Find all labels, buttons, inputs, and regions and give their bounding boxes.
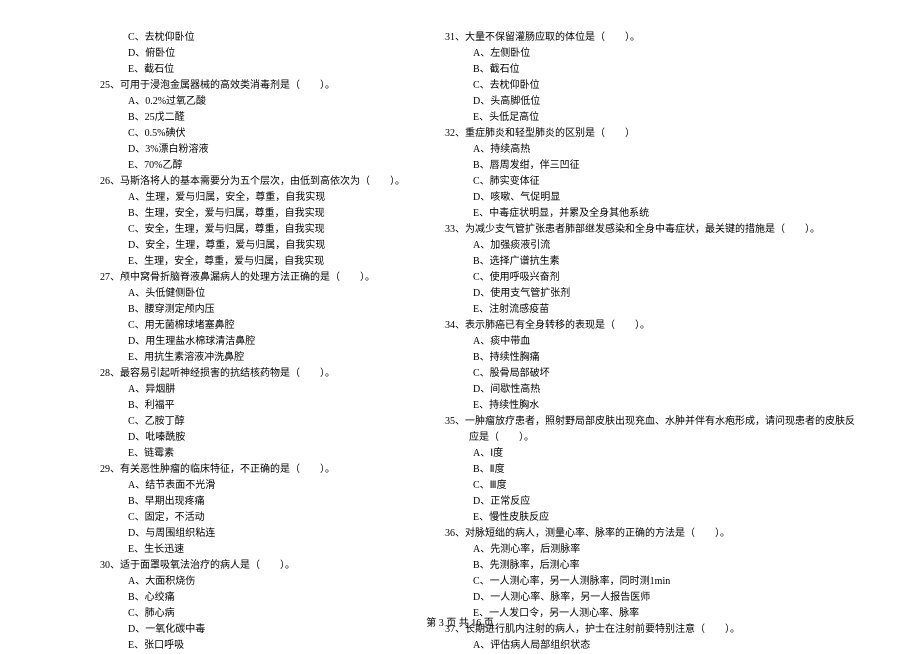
option-item: A、0.2%过氧乙酸: [100, 94, 405, 110]
option-item: D、安全，生理，尊重，爱与归属，自我实现: [100, 238, 405, 254]
option-item: D、一人测心率、脉率，另一人报告医师: [445, 590, 855, 606]
option-item: B、截石位: [445, 62, 855, 78]
option-item: E、头低足高位: [445, 110, 855, 126]
question-stem: 29、有关恶性肿瘤的临床特征，不正确的是（ ）。: [100, 462, 405, 478]
left-column: C、去枕仰卧位D、俯卧位E、截石位25、可用于浸泡金属器械的高效类消毒剂是（ ）…: [100, 30, 405, 654]
option-item: A、痰中带血: [445, 334, 855, 350]
question-stem: 33、为减少支气管扩张患者肺部继发感染和全身中毒症状，最关键的措施是（ ）。: [445, 222, 855, 238]
option-item: B、唇周发绀，伴三凹征: [445, 158, 855, 174]
option-item: E、生长迅速: [100, 542, 405, 558]
option-item: D、用生理盐水棉球清洁鼻腔: [100, 334, 405, 350]
option-item: E、持续性胸水: [445, 398, 855, 414]
option-item: E、张口呼吸: [100, 638, 405, 654]
option-item: A、大面积烧伤: [100, 574, 405, 590]
option-item: C、去枕仰卧位: [445, 78, 855, 94]
option-item: D、俯卧位: [100, 46, 405, 62]
question-stem: 36、对脉短绌的病人，测量心率、脉率的正确的方法是（ ）。: [445, 526, 855, 542]
option-item: B、先测脉率，后测心率: [445, 558, 855, 574]
option-item: E、慢性皮肤反应: [445, 510, 855, 526]
right-column: 31、大量不保留灌肠应取的体位是（ ）。A、左侧卧位B、截石位C、去枕仰卧位D、…: [445, 30, 855, 654]
option-item: C、使用呼吸兴奋剂: [445, 270, 855, 286]
option-item: C、一人测心率，另一人测脉率，同时测1min: [445, 574, 855, 590]
option-item: C、股骨局部破坏: [445, 366, 855, 382]
option-item: D、吡嗪酰胺: [100, 430, 405, 446]
option-item: E、生理，安全，尊重，爱与归属，自我实现: [100, 254, 405, 270]
option-item: B、腰穿测定颅内压: [100, 302, 405, 318]
option-item: D、使用支气管扩张剂: [445, 286, 855, 302]
option-item: E、中毒症状明显，并累及全身其他系统: [445, 206, 855, 222]
question-stem: 34、表示肺癌已有全身转移的表现是（ ）。: [445, 318, 855, 334]
option-item: C、乙胺丁醇: [100, 414, 405, 430]
option-item: B、Ⅱ度: [445, 462, 855, 478]
option-item: D、头高脚低位: [445, 94, 855, 110]
option-item: A、持续高热: [445, 142, 855, 158]
option-item: B、选择广谱抗生素: [445, 254, 855, 270]
option-item: D、间歇性高热: [445, 382, 855, 398]
option-item: C、去枕仰卧位: [100, 30, 405, 46]
option-item: B、早期出现疼痛: [100, 494, 405, 510]
question-stem: 27、颅中窝骨折脑脊液鼻漏病人的处理方法正确的是（ ）。: [100, 270, 405, 286]
option-item: E、截石位: [100, 62, 405, 78]
option-item: E、70%乙醇: [100, 158, 405, 174]
option-item: C、固定，不活动: [100, 510, 405, 526]
option-item: A、加强痰液引流: [445, 238, 855, 254]
question-stem: 30、适于面罩吸氧法治疗的病人是（ ）。: [100, 558, 405, 574]
option-item: A、左侧卧位: [445, 46, 855, 62]
option-item: A、头低健侧卧位: [100, 286, 405, 302]
option-item: D、正常反应: [445, 494, 855, 510]
question-stem: 应是（ ）。: [445, 430, 855, 446]
question-stem: 26、马斯洛将人的基本需要分为五个层次，由低到高依次为（ ）。: [100, 174, 405, 190]
option-item: D、与周围组织粘连: [100, 526, 405, 542]
option-item: B、利福平: [100, 398, 405, 414]
option-item: C、用无菌棉球堵塞鼻腔: [100, 318, 405, 334]
option-item: C、安全，生理，爱与归属，尊重，自我实现: [100, 222, 405, 238]
option-item: D、咳嗽、气促明显: [445, 190, 855, 206]
option-item: A、结节表面不光滑: [100, 478, 405, 494]
question-stem: 31、大量不保留灌肠应取的体位是（ ）。: [445, 30, 855, 46]
question-stem: 32、重症肺炎和轻型肺炎的区别是（ ）: [445, 126, 855, 142]
option-item: A、先测心率，后测脉率: [445, 542, 855, 558]
option-item: A、Ⅰ度: [445, 446, 855, 462]
option-item: A、异烟肼: [100, 382, 405, 398]
option-item: B、持续性胸痛: [445, 350, 855, 366]
question-stem: 28、最容易引起听神经损害的抗结核药物是（ ）。: [100, 366, 405, 382]
option-item: B、心绞痛: [100, 590, 405, 606]
option-item: E、链霉素: [100, 446, 405, 462]
option-item: A、生理，爱与归属，安全，尊重，自我实现: [100, 190, 405, 206]
option-item: C、0.5%碘伏: [100, 126, 405, 142]
option-item: C、Ⅲ度: [445, 478, 855, 494]
option-item: A、评估病人局部组织状态: [445, 638, 855, 654]
question-stem: 35、一肿瘤放疗患者，照射野局部皮肤出现充血、水肿并伴有水疱形成，请问现患者的皮…: [445, 414, 855, 430]
option-item: E、用抗生素溶液冲洗鼻腔: [100, 350, 405, 366]
option-item: B、25戊二醛: [100, 110, 405, 126]
option-item: E、注射流感疫苗: [445, 302, 855, 318]
page-footer: 第 3 页 共 16 页: [0, 616, 920, 632]
question-stem: 25、可用于浸泡金属器械的高效类消毒剂是（ ）。: [100, 78, 405, 94]
option-item: D、3%漂白粉溶液: [100, 142, 405, 158]
option-item: B、生理，安全，爱与归属，尊重，自我实现: [100, 206, 405, 222]
option-item: C、肺实变体征: [445, 174, 855, 190]
